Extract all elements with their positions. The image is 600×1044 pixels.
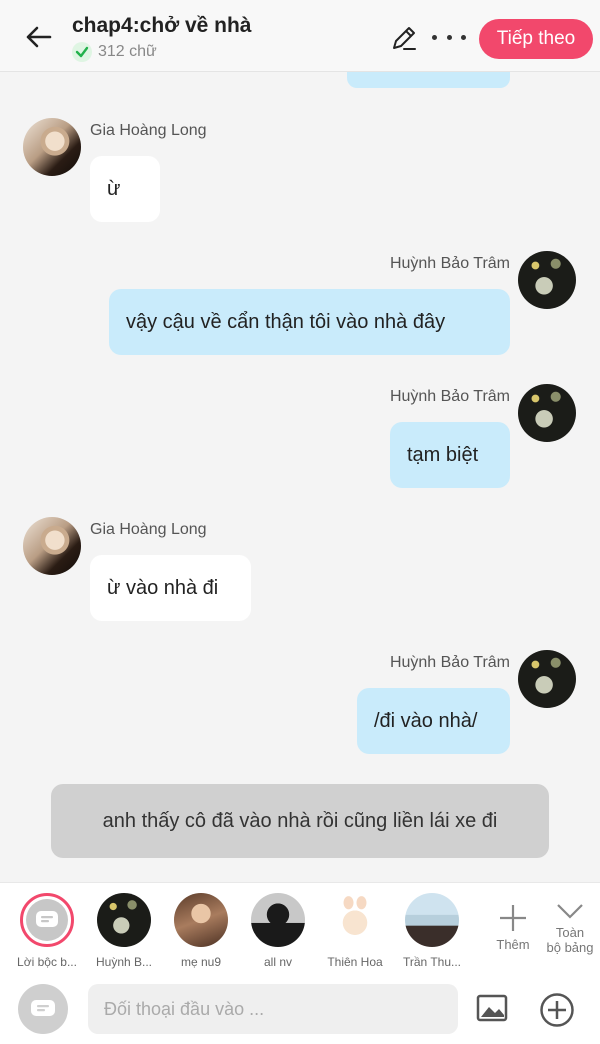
chat-icon xyxy=(36,911,58,927)
character-me-nu9[interactable]: mẹ nu9 xyxy=(160,893,242,969)
character-avatar xyxy=(251,893,305,947)
character-avatar xyxy=(328,893,382,947)
collapse-label: bộ bảng xyxy=(546,940,594,955)
character-label: Huỳnh B... xyxy=(95,955,153,969)
character-avatar xyxy=(174,893,228,947)
character-huynh-bao-tram[interactable]: Huỳnh B... xyxy=(83,893,165,969)
image-icon[interactable] xyxy=(476,994,508,1022)
character-tran-thu[interactable]: Trần Thu... xyxy=(391,893,473,969)
character-label: Thiên Hoa xyxy=(327,955,383,969)
character-label: all nv xyxy=(263,955,292,969)
collapse-label: Toàn xyxy=(555,925,585,940)
sender-name: Huỳnh Bảo Trâm xyxy=(389,255,510,272)
character-all-nv[interactable]: all nv xyxy=(237,893,319,969)
partial-message-bubble xyxy=(347,72,510,88)
narration-toggle-button[interactable] xyxy=(18,984,68,1034)
character-avatar xyxy=(405,893,459,947)
avatar-huynh-bao-tram[interactable] xyxy=(518,650,576,708)
word-count-text: 312 chữ xyxy=(98,43,157,60)
top-bar: chap4:chở về nhà 312 chữ Tiếp theo xyxy=(0,0,600,72)
message-bubble[interactable]: tạm biệt xyxy=(390,422,510,488)
character-thien-hoa[interactable]: Thiên Hoa xyxy=(314,893,396,969)
edit-pencil-icon[interactable] xyxy=(390,24,418,52)
narration-bubble[interactable]: anh thấy cô đã vào nhà rồi cũng liền lái… xyxy=(51,784,549,858)
next-button[interactable]: Tiếp theo xyxy=(479,19,593,59)
check-icon xyxy=(72,42,92,62)
avatar-huynh-bao-tram[interactable] xyxy=(518,384,576,442)
plus-icon xyxy=(500,905,526,931)
narration-avatar xyxy=(20,893,74,947)
avatar-gia-hoang-long[interactable] xyxy=(23,118,81,176)
word-count: 312 chữ xyxy=(72,42,157,62)
avatar-huynh-bao-tram[interactable] xyxy=(518,251,576,309)
sender-name: Huỳnh Bảo Trâm xyxy=(389,654,510,671)
message-bubble[interactable]: ừ xyxy=(90,156,160,222)
character-label: mẹ nu9 xyxy=(180,955,222,969)
character-narration[interactable]: Lời bộc b... xyxy=(6,893,88,969)
sender-name: Gia Hoàng Long xyxy=(90,122,207,139)
message-bubble[interactable]: vậy cậu về cẩn thận tôi vào nhà đây xyxy=(109,289,510,355)
dialogue-input[interactable]: Đối thoại đầu vào ... xyxy=(88,984,458,1034)
more-options-icon[interactable] xyxy=(432,25,466,49)
sender-name: Gia Hoàng Long xyxy=(90,521,207,538)
message-bubble[interactable]: /đi vào nhà/ xyxy=(357,688,510,754)
add-character-button[interactable]: Thêm xyxy=(490,893,536,952)
character-label: Trần Thu... xyxy=(402,955,462,969)
chat-icon xyxy=(31,1000,55,1016)
input-bar: Đối thoại đầu vào ... xyxy=(0,972,600,1044)
avatar-gia-hoang-long[interactable] xyxy=(23,517,81,575)
message-bubble[interactable]: ừ vào nhà đi xyxy=(90,555,251,621)
sender-name: Huỳnh Bảo Trâm xyxy=(389,388,510,405)
character-avatar xyxy=(97,893,151,947)
character-selector: Lời bộc b... Huỳnh B... mẹ nu9 all nv Th… xyxy=(0,882,600,972)
collapse-panel-button[interactable]: Toàn bộ bảng xyxy=(540,893,600,955)
add-circle-icon[interactable] xyxy=(539,992,575,1028)
character-label: Lời bộc b... xyxy=(17,955,77,969)
chat-area[interactable]: Gia Hoàng Long ừ Huỳnh Bảo Trâm vậy cậu … xyxy=(0,72,600,882)
chapter-title: chap4:chở về nhà xyxy=(72,14,252,37)
chevron-down-icon xyxy=(557,904,583,919)
back-arrow-icon[interactable] xyxy=(22,20,56,54)
add-character-label: Thêm xyxy=(496,937,530,952)
